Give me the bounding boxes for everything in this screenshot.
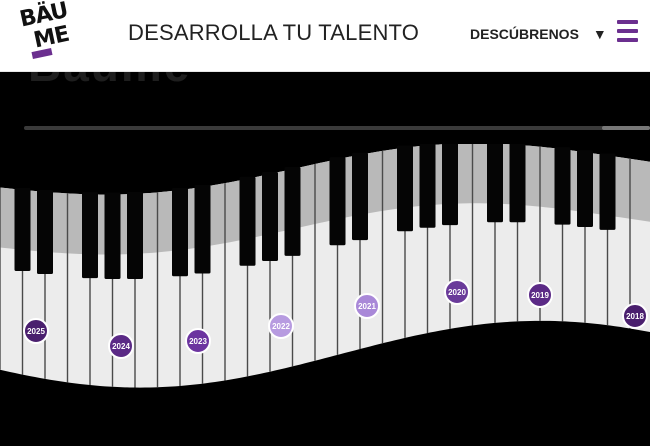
black-key xyxy=(509,144,526,223)
timeline-section: Baume 2025 2024 2023 2022 2021 2020 2019 2018 xyxy=(0,72,650,446)
black-key xyxy=(14,187,31,271)
black-key xyxy=(352,152,368,241)
section-title: Baume xyxy=(28,72,191,92)
black-key xyxy=(262,171,278,261)
menu-bar xyxy=(617,29,638,33)
discover-label: DESCÚBRENOS xyxy=(470,26,579,42)
year-marker-2020[interactable]: 2020 xyxy=(444,279,470,305)
black-key xyxy=(397,145,413,232)
year-marker-2025[interactable]: 2025 xyxy=(23,318,49,344)
baume-logo[interactable]: BÄU ME xyxy=(18,0,80,65)
hamburger-icon[interactable] xyxy=(617,20,638,44)
menu-bar xyxy=(617,38,638,42)
black-key xyxy=(104,192,121,280)
black-key xyxy=(37,189,53,275)
discover-dropdown[interactable]: DESCÚBRENOS ▼ xyxy=(470,26,607,42)
black-key xyxy=(329,157,346,246)
black-key xyxy=(599,153,616,230)
year-marker-2019[interactable]: 2019 xyxy=(527,282,553,308)
black-key xyxy=(577,150,593,227)
year-marker-2024[interactable]: 2024 xyxy=(108,333,134,359)
black-key xyxy=(194,184,211,274)
black-key xyxy=(284,167,301,256)
scroll-track[interactable] xyxy=(24,126,650,130)
year-marker-2021[interactable]: 2021 xyxy=(354,293,380,319)
black-key xyxy=(127,191,143,280)
black-key xyxy=(239,176,256,266)
black-key xyxy=(419,144,436,228)
year-marker-2022[interactable]: 2022 xyxy=(268,313,294,339)
menu-bar xyxy=(617,20,638,24)
caret-down-icon: ▼ xyxy=(592,26,607,42)
site-header: BÄU ME DESARROLLA TU TALENTO DESCÚBRENOS… xyxy=(0,0,650,72)
black-key xyxy=(442,144,458,226)
header-tagline: DESARROLLA TU TALENTO xyxy=(128,20,420,45)
black-key xyxy=(172,188,188,277)
year-marker-2023[interactable]: 2023 xyxy=(185,328,211,354)
year-marker-2018[interactable]: 2018 xyxy=(622,303,648,329)
black-key xyxy=(82,192,98,279)
scroll-thumb[interactable] xyxy=(602,126,650,130)
black-key xyxy=(554,147,571,225)
logo-line-2: ME xyxy=(31,21,71,54)
black-key xyxy=(487,144,503,223)
logo-accent-bar xyxy=(31,47,53,60)
